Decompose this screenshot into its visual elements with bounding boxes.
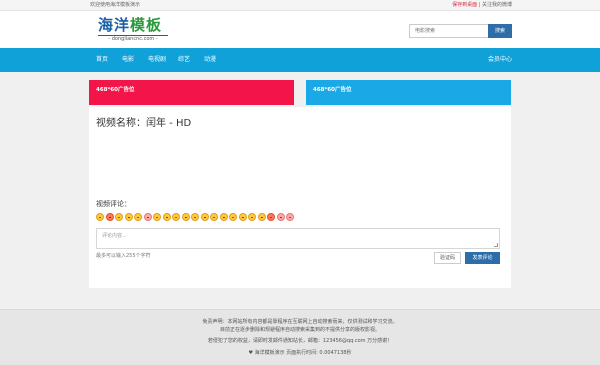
search-box: 搜索 [409, 24, 512, 38]
emoji-icon[interactable] [96, 213, 104, 221]
resize-grip-icon[interactable] [494, 243, 498, 247]
search-input[interactable] [409, 24, 489, 38]
emoji-icon[interactable] [210, 213, 218, 221]
char-limit-text: 最多可以输入255个字符 [96, 253, 151, 259]
nav-item-variety[interactable]: 综艺 [178, 48, 190, 72]
comment-textarea[interactable]: 评论内容... [96, 228, 500, 249]
emoji-icon[interactable] [134, 213, 142, 221]
logo-domain: - dongliancnc.com - [98, 35, 168, 43]
comment-placeholder: 评论内容... [102, 233, 127, 239]
emoji-icon[interactable] [219, 213, 228, 221]
emoji-icon[interactable] [115, 213, 123, 221]
comment-label: 视频评论： [96, 200, 131, 208]
nav-item-anime[interactable]: 动漫 [204, 48, 216, 72]
emoji-icon[interactable] [153, 213, 161, 221]
site-header: 海洋模板 - dongliancnc.com - 搜索 [0, 11, 600, 48]
nav-item-home[interactable]: 首页 [96, 48, 108, 72]
emoji-icon[interactable] [248, 213, 256, 221]
video-panel: 视频名称：闰年 - HD 视频评论： 评论内容... 最多可以输入255个字符 … [89, 107, 511, 288]
top-bar: 欢迎使用海洋模板演示 保存到桌面 | 关注我的微博 [0, 0, 600, 11]
footer-disclaimer-2: 目前正在逐步删除和规避程序自动搜索采集到的不提供分享的版权影视。 [219, 327, 380, 333]
emoji-icon[interactable] [191, 213, 199, 221]
submit-comment-button[interactable]: 发表评论 [465, 252, 500, 264]
welcome-text: 欢迎使用海洋模板演示 [90, 2, 141, 8]
emoji-icon[interactable] [276, 213, 285, 221]
nav-item-movies[interactable]: 电影 [122, 48, 134, 72]
link-separator: | [478, 2, 481, 8]
emoji-icon[interactable] [200, 213, 209, 221]
save-to-desktop-link[interactable]: 保存到桌面 [452, 2, 477, 8]
search-button[interactable]: 搜索 [488, 24, 512, 38]
follow-weibo-link[interactable]: 关注我的微博 [482, 2, 512, 8]
footer-contact: 若侵犯了您的权益，请即时发邮件通知站长，邮箱：123456@qq.com 万分感… [207, 338, 393, 344]
emoji-icon[interactable] [172, 213, 180, 221]
footer-copyright: ♥ 海洋模板演示 页面执行时间: 0.0047138秒 [248, 350, 352, 356]
emoji-bar [96, 213, 296, 223]
top-links: 保存到桌面 | 关注我的微博 [452, 1, 512, 10]
emoji-icon[interactable] [238, 213, 247, 221]
site-footer: 免责声明：本网站所有内容都是靠程序在互联网上自动搜索而来，仅供测试和学习交流。 … [0, 309, 600, 365]
ad-banner-right[interactable]: 468*60广告位 [306, 80, 511, 105]
emoji-icon[interactable] [105, 213, 114, 221]
emoji-icon[interactable] [257, 213, 266, 221]
nav-item-tv-series[interactable]: 电视剧 [148, 48, 166, 72]
emoji-icon[interactable] [181, 213, 190, 221]
site-logo[interactable]: 海洋模板 - dongliancnc.com - [98, 17, 168, 43]
emoji-icon[interactable] [286, 213, 294, 221]
emoji-icon[interactable] [267, 213, 275, 221]
verify-code-button[interactable]: 验证码 [434, 252, 461, 264]
emoji-icon[interactable] [124, 213, 133, 221]
emoji-icon[interactable] [162, 213, 171, 221]
emoji-icon[interactable] [143, 213, 152, 221]
main-nav: 首页 电影 电视剧 综艺 动漫 会员中心 [0, 48, 600, 72]
emoji-icon[interactable] [229, 213, 237, 221]
ad-banner-left[interactable]: 468*60广告位 [89, 80, 294, 105]
video-title: 视频名称：闰年 - HD [96, 118, 192, 129]
logo-chinese: 海洋模板 [98, 16, 163, 34]
footer-disclaimer-1: 免责声明：本网站所有内容都是靠程序在互联网上自动搜索而来，仅供测试和学习交流。 [202, 319, 398, 325]
member-center-link[interactable]: 会员中心 [488, 48, 512, 72]
